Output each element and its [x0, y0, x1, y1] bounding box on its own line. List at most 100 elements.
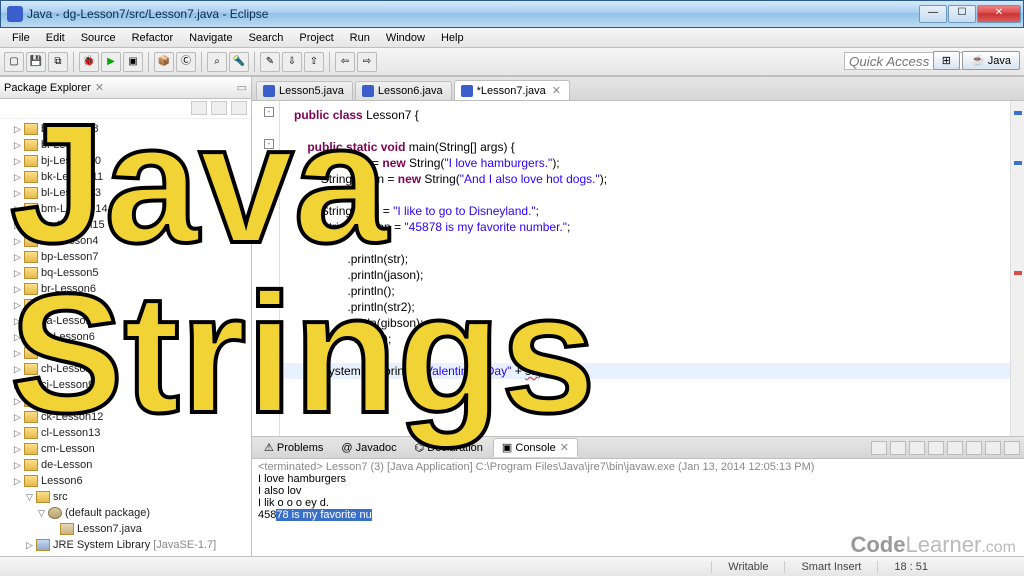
minimize-button[interactable]: —: [919, 5, 947, 23]
clear-console-icon[interactable]: [928, 441, 944, 455]
project-folder[interactable]: ▷bn-Lesson15: [0, 217, 251, 233]
next-annotation-button[interactable]: ⇩: [282, 52, 302, 72]
view-menu-icon[interactable]: [231, 101, 247, 115]
open-type-button[interactable]: ⌕: [207, 52, 227, 72]
project-folder[interactable]: ▷bl-Lesson13: [0, 185, 251, 201]
java-perspective-button[interactable]: ☕ Java: [962, 51, 1020, 70]
save-all-button[interactable]: ⧉: [48, 52, 68, 72]
tab-lesson7[interactable]: *Lesson7.java✕: [454, 80, 570, 100]
collapse-all-icon[interactable]: [191, 101, 207, 115]
run-last-button[interactable]: ▣: [123, 52, 143, 72]
editor-gutter: - - x: [252, 101, 280, 436]
src-folder[interactable]: ▽src: [0, 489, 251, 505]
jre-library[interactable]: ▷JRE System Library [JavaSE-1.7]: [0, 537, 251, 553]
project-folder[interactable]: ▷bm-Lesson14: [0, 201, 251, 217]
pin-console-icon[interactable]: [966, 441, 982, 455]
close-tab-icon[interactable]: ✕: [560, 442, 569, 454]
tab-problems[interactable]: ⚠ Problems: [256, 439, 331, 456]
minimize-icon[interactable]: ▭: [237, 81, 247, 94]
project-folder[interactable]: ▷ch-Lesson8: [0, 361, 251, 377]
project-folder[interactable]: ▷de-Lesson: [0, 457, 251, 473]
code-content[interactable]: public class Lesson7 { public static voi…: [280, 101, 1010, 436]
menu-run[interactable]: Run: [342, 30, 378, 46]
project-folder[interactable]: ▷cg-Lesson7: [0, 345, 251, 361]
remove-launch-icon[interactable]: [890, 441, 906, 455]
project-folder[interactable]: ▷bs-Lesson7: [0, 297, 251, 313]
perspective-switcher: ⊞ ☕ Java: [933, 51, 1020, 70]
code-editor[interactable]: - - x public class Lesson7 { public stat…: [252, 101, 1024, 436]
project-folder[interactable]: ▷bj-Lesson10: [0, 153, 251, 169]
fold-icon[interactable]: -: [264, 107, 274, 117]
project-folder[interactable]: ▷bk-Lesson11: [0, 169, 251, 185]
workbench: Package Explorer ✕ ▭ ▷bh-Lesson8▷bi-Less…: [0, 76, 1024, 556]
error-icon[interactable]: x: [262, 331, 274, 343]
console-output[interactable]: <terminated> Lesson7 (3) [Java Applicati…: [252, 459, 1024, 556]
menu-refactor[interactable]: Refactor: [124, 30, 182, 46]
project-folder[interactable]: ▷ca-Lesson: [0, 313, 251, 329]
menu-edit[interactable]: Edit: [38, 30, 73, 46]
close-icon[interactable]: ✕: [95, 81, 104, 94]
new-class-button[interactable]: Ⓒ: [176, 52, 196, 72]
menu-window[interactable]: Window: [378, 30, 433, 46]
open-perspective-button[interactable]: ⊞: [933, 51, 960, 70]
package-explorer-header: Package Explorer ✕ ▭: [0, 77, 251, 99]
tab-console[interactable]: ▣ Console✕: [493, 438, 578, 457]
toggle-mark-button[interactable]: ✎: [260, 52, 280, 72]
run-button[interactable]: ▶: [101, 52, 121, 72]
menu-search[interactable]: Search: [241, 30, 292, 46]
new-button[interactable]: ▢: [4, 52, 24, 72]
project-folder[interactable]: ▷cm-Lesson: [0, 441, 251, 457]
tab-lesson6[interactable]: Lesson6.java: [355, 81, 452, 100]
save-button[interactable]: 💾: [26, 52, 46, 72]
default-package[interactable]: ▽(default package): [0, 505, 251, 521]
display-console-icon[interactable]: [985, 441, 1001, 455]
project-folder[interactable]: ▷cj-Lesson10: [0, 393, 251, 409]
project-folder[interactable]: ▷ck-Lesson12: [0, 409, 251, 425]
window-titlebar: Java - dg-Lesson7/src/Lesson7.java - Ecl…: [0, 0, 1024, 28]
editor-tabs: Lesson5.java Lesson6.java *Lesson7.java✕: [252, 77, 1024, 101]
tab-declaration[interactable]: ⌬ Declaration: [407, 439, 491, 456]
java-file[interactable]: Lesson7.java: [0, 521, 251, 537]
tab-javadoc[interactable]: @ Javadoc: [333, 440, 404, 456]
close-button[interactable]: ✕: [977, 5, 1021, 23]
overview-ruler[interactable]: [1010, 101, 1024, 436]
project-tree[interactable]: ▷bh-Lesson8▷bi-Lesson9▷bj-Lesson10▷bk-Le…: [0, 119, 251, 556]
eclipse-icon: [7, 6, 23, 22]
package-explorer-view: Package Explorer ✕ ▭ ▷bh-Lesson8▷bi-Less…: [0, 77, 252, 556]
marker: [1014, 161, 1022, 165]
project-folder[interactable]: ▷ci-Lesson9: [0, 377, 251, 393]
project-folder[interactable]: ▷cl-Lesson13: [0, 425, 251, 441]
search-button[interactable]: 🔦: [229, 52, 249, 72]
tab-lesson5[interactable]: Lesson5.java: [256, 81, 353, 100]
prev-annotation-button[interactable]: ⇧: [304, 52, 324, 72]
forward-button[interactable]: ⇨: [357, 52, 377, 72]
link-editor-icon[interactable]: [211, 101, 227, 115]
open-console-icon[interactable]: [1004, 441, 1020, 455]
menu-source[interactable]: Source: [73, 30, 124, 46]
project-folder[interactable]: ▷bh-Lesson8: [0, 121, 251, 137]
back-button[interactable]: ⇦: [335, 52, 355, 72]
menu-help[interactable]: Help: [433, 30, 472, 46]
toolbar: ▢ 💾 ⧉ 🐞 ▶ ▣ 📦 Ⓒ ⌕ 🔦 ✎ ⇩ ⇧ ⇦ ⇨ ⊞ ☕ Java: [0, 48, 1024, 76]
menu-project[interactable]: Project: [291, 30, 341, 46]
window-buttons: — ☐ ✕: [919, 5, 1021, 23]
maximize-button[interactable]: ☐: [948, 5, 976, 23]
project-folder[interactable]: ▷bo-Lesson4: [0, 233, 251, 249]
project-folder[interactable]: ▷cf-Lesson6: [0, 329, 251, 345]
project-folder[interactable]: ▷bq-Lesson5: [0, 265, 251, 281]
remove-all-icon[interactable]: [909, 441, 925, 455]
project-folder[interactable]: ▷bi-Lesson9: [0, 137, 251, 153]
menu-file[interactable]: File: [4, 30, 38, 46]
debug-button[interactable]: 🐞: [79, 52, 99, 72]
marker: [1014, 111, 1022, 115]
new-package-button[interactable]: 📦: [154, 52, 174, 72]
terminate-icon[interactable]: [871, 441, 887, 455]
menu-navigate[interactable]: Navigate: [181, 30, 240, 46]
fold-icon[interactable]: -: [264, 139, 274, 149]
close-tab-icon[interactable]: ✕: [552, 84, 561, 97]
project-folder[interactable]: ▷Lesson6: [0, 473, 251, 489]
separator: [254, 52, 255, 72]
project-folder[interactable]: ▷br-Lesson6: [0, 281, 251, 297]
project-folder[interactable]: ▷bp-Lesson7: [0, 249, 251, 265]
scroll-lock-icon[interactable]: [947, 441, 963, 455]
